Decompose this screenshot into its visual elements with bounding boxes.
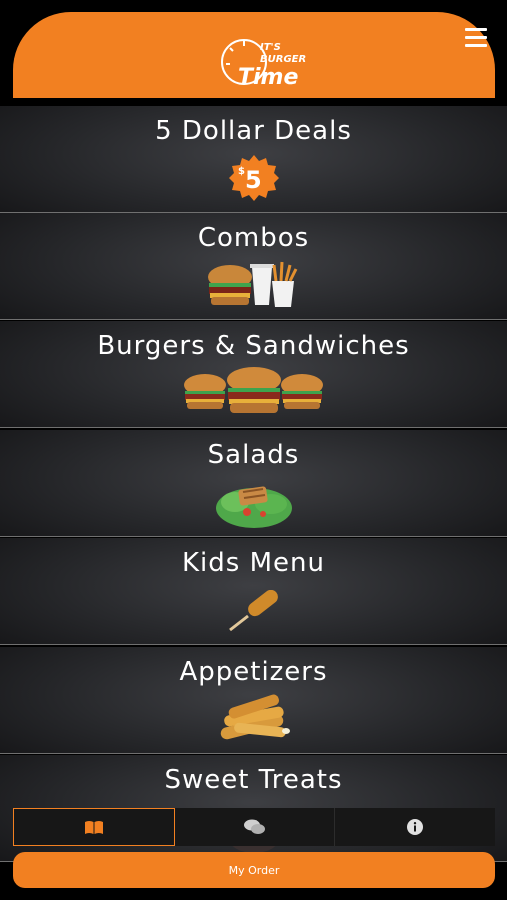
salad-image [215, 486, 292, 528]
category-burgers-sandwiches[interactable]: Burgers & Sandwiches [0, 321, 507, 428]
category-label: 5 Dollar Deals [155, 116, 352, 146]
combo-meal-image [207, 261, 297, 307]
tab-info[interactable] [335, 808, 495, 846]
mozzarella-sticks-image [220, 694, 290, 740]
corn-dog-image [228, 590, 278, 632]
category-label: Salads [207, 440, 300, 470]
book-icon [84, 820, 103, 834]
its-burger-time-logo[interactable]: IT'S BURGER Time [220, 24, 315, 96]
category-label: Kids Menu [182, 548, 325, 578]
burgers-image [183, 367, 323, 413]
category-label: Appetizers [179, 657, 328, 687]
logo-line1: IT'S [260, 42, 281, 53]
my-order-button[interactable]: My Order [13, 852, 495, 888]
info-icon [407, 819, 424, 835]
logo-line2: BURGER [260, 54, 306, 65]
badge-text: 5 [245, 166, 262, 194]
category-label: Combos [197, 223, 310, 253]
category-label: Sweet Treats [164, 765, 343, 795]
category-kids-menu[interactable]: Kids Menu [0, 538, 507, 645]
category-combos[interactable]: Combos [0, 213, 507, 320]
svg-text:$: $ [238, 166, 245, 177]
logo-line3: Time [238, 65, 298, 90]
tab-chat[interactable] [175, 808, 336, 846]
tab-menu[interactable] [13, 808, 175, 846]
category-label: Burgers & Sandwiches [97, 331, 410, 361]
five-dollar-badge-icon: $ 5 [228, 155, 279, 201]
category-5-dollar-deals[interactable]: 5 Dollar Deals $ 5 [0, 106, 507, 213]
category-appetizers[interactable]: Appetizers [0, 647, 507, 754]
header-bar: IT'S BURGER Time [13, 12, 495, 98]
bottom-tab-bar [13, 808, 495, 846]
category-salads[interactable]: Salads [0, 430, 507, 537]
chat-icon [243, 819, 265, 834]
hamburger-menu-icon[interactable] [465, 28, 487, 48]
